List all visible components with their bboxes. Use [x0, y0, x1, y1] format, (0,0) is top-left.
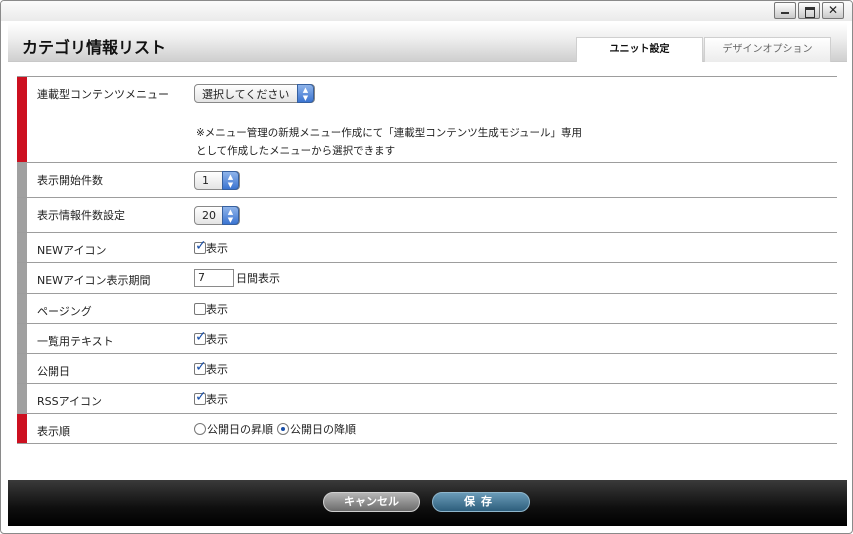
sort-descending-radio[interactable]: 公開日の降順	[277, 421, 356, 437]
form-row-rss-icon: RSSアイコン 表示	[17, 384, 837, 414]
checkbox-box[interactable]	[194, 359, 207, 375]
field-control: 1 ▲ ▼	[194, 163, 240, 197]
page-title: カテゴリ情報リスト	[22, 38, 167, 57]
form-row-new-icon-period: NEWアイコン表示期間 7 日間表示	[17, 263, 837, 294]
rss-icon-checkbox[interactable]: 表示	[194, 389, 228, 407]
sort-ascending-radio[interactable]: 公開日の昇順	[194, 421, 273, 437]
select-value: 20	[202, 208, 216, 222]
minimize-icon[interactable]	[774, 2, 796, 19]
field-control: 20 ▲ ▼	[194, 198, 240, 232]
radio-circle[interactable]	[194, 422, 206, 435]
form-row-display-count: 表示情報件数設定 20 ▲ ▼	[17, 198, 837, 233]
select-arrows-icon: ▲ ▼	[222, 170, 239, 190]
checkbox-label: 表示	[206, 332, 228, 346]
optional-indicator	[17, 384, 27, 413]
maximize-icon[interactable]	[798, 2, 820, 19]
field-control: 表示	[194, 294, 228, 323]
close-icon[interactable]: ✕	[822, 2, 844, 19]
dialog-window: ✕ カテゴリ情報リスト ユニット設定 デザインオプション 連載型コンテンツメニュ…	[0, 0, 853, 534]
tab-bar: ユニット設定 デザインオプション	[576, 37, 831, 62]
window-controls: ✕	[772, 2, 844, 19]
dialog-header: カテゴリ情報リスト ユニット設定 デザインオプション	[8, 23, 847, 62]
serial-menu-select[interactable]: 選択してください ▲ ▼	[194, 84, 315, 103]
dialog-footer: キャンセル 保存	[8, 480, 847, 526]
paging-checkbox[interactable]: 表示	[194, 301, 228, 317]
list-text-checkbox[interactable]: 表示	[194, 329, 228, 347]
checkbox-box[interactable]	[194, 329, 207, 345]
window-titlebar[interactable]: ✕	[1, 1, 852, 21]
checkbox-box[interactable]	[194, 302, 206, 315]
radio-label: 公開日の昇順	[207, 422, 273, 436]
checkbox-label: 表示	[206, 392, 228, 406]
close-glyph: ✕	[827, 3, 839, 17]
required-indicator	[17, 77, 27, 162]
checkbox-box[interactable]	[194, 389, 207, 405]
field-control: 公開日の昇順 公開日の降順	[194, 414, 356, 443]
optional-indicator	[17, 354, 27, 383]
field-note: ※メニュー管理の新規メニュー作成にて「連載型コンテンツ生成モジュール」専用 とし…	[196, 124, 582, 160]
optional-indicator	[17, 294, 27, 323]
start-count-select[interactable]: 1 ▲ ▼	[194, 170, 240, 190]
note-line-2: として作成したメニューから選択できます	[196, 145, 396, 157]
new-icon-days-input[interactable]: 7	[194, 269, 234, 287]
select-value: 選択してください	[202, 87, 290, 101]
field-label: 表示順	[37, 425, 70, 438]
field-control: 表示	[194, 354, 228, 383]
field-label: RSSアイコン	[37, 395, 103, 408]
cancel-button[interactable]: キャンセル	[323, 492, 420, 512]
input-suffix: 日間表示	[236, 272, 280, 285]
form-row-serial-menu: 連載型コンテンツメニュー 選択してください ▲ ▼ ※メニュー管理の新規メニュー作…	[17, 77, 837, 163]
save-button[interactable]: 保存	[432, 492, 530, 512]
optional-indicator	[17, 233, 27, 262]
select-value: 1	[202, 173, 209, 187]
checkbox-box[interactable]	[194, 238, 207, 254]
checkbox-label: 表示	[206, 302, 228, 316]
select-arrows-icon: ▲ ▼	[222, 205, 239, 225]
field-control: 7 日間表示	[194, 263, 280, 293]
display-count-select[interactable]: 20 ▲ ▼	[194, 205, 240, 225]
form-row-start-count: 表示開始件数 1 ▲ ▼	[17, 163, 837, 198]
checkbox-label: 表示	[206, 241, 228, 255]
field-label: 連載型コンテンツメニュー	[37, 88, 169, 101]
optional-indicator	[17, 198, 27, 232]
field-label: ページング	[37, 305, 92, 318]
field-control: 表示	[194, 233, 228, 262]
field-label: 表示情報件数設定	[37, 209, 125, 222]
form-row-publish-date: 公開日 表示	[17, 354, 837, 384]
optional-indicator	[17, 263, 27, 293]
field-label: 公開日	[37, 365, 70, 378]
checkbox-label: 表示	[206, 362, 228, 376]
tab-unit-settings[interactable]: ユニット設定	[576, 37, 703, 62]
optional-indicator	[17, 324, 27, 353]
select-arrows-icon: ▲ ▼	[297, 84, 314, 103]
form-row-sort-order: 表示順 公開日の昇順 公開日の降順	[17, 414, 837, 444]
note-line-1: ※メニュー管理の新規メニュー作成にて「連載型コンテンツ生成モジュール」専用	[196, 127, 583, 139]
optional-indicator	[17, 163, 27, 197]
radio-circle[interactable]	[277, 422, 289, 435]
field-label: 表示開始件数	[37, 174, 103, 187]
radio-label: 公開日の降順	[290, 422, 356, 436]
field-control: 表示	[194, 324, 228, 353]
field-control: 表示	[194, 384, 228, 413]
settings-form: 連載型コンテンツメニュー 選択してください ▲ ▼ ※メニュー管理の新規メニュー作…	[17, 76, 837, 444]
tab-design-options[interactable]: デザインオプション	[704, 37, 831, 62]
publish-date-checkbox[interactable]: 表示	[194, 359, 228, 377]
field-label: 一覧用テキスト	[37, 335, 114, 348]
form-row-paging: ページング 表示	[17, 294, 837, 324]
field-label: NEWアイコン	[37, 244, 107, 257]
required-indicator	[17, 414, 27, 443]
new-icon-checkbox[interactable]: 表示	[194, 238, 228, 256]
form-row-list-text: 一覧用テキスト 表示	[17, 324, 837, 354]
form-row-new-icon: NEWアイコン 表示	[17, 233, 837, 263]
field-label: NEWアイコン表示期間	[37, 274, 151, 287]
